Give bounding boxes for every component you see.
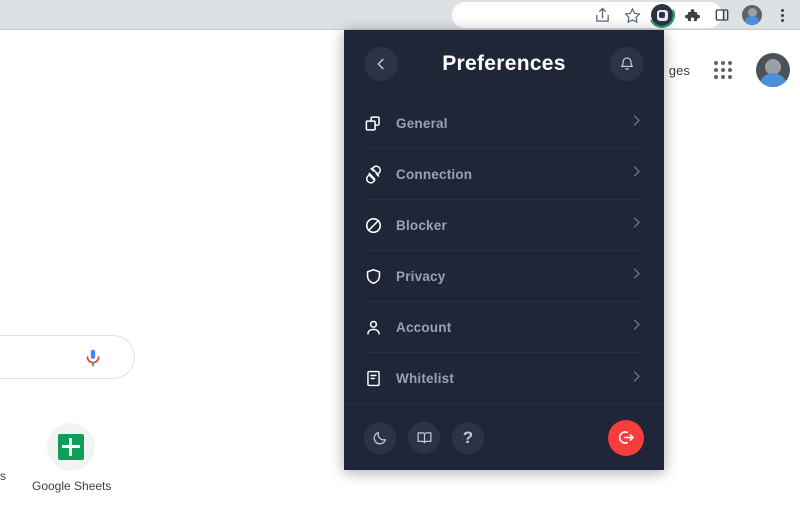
panel-footer: ? bbox=[344, 404, 664, 470]
chevron-right-icon bbox=[629, 215, 644, 235]
block-icon bbox=[364, 216, 390, 235]
document-icon bbox=[364, 369, 390, 388]
chevron-right-icon bbox=[629, 317, 644, 337]
help-icon[interactable]: ? bbox=[452, 421, 484, 454]
menu-item-blocker[interactable]: Blocker bbox=[364, 200, 644, 251]
menu-item-label: Privacy bbox=[396, 268, 446, 284]
chevron-right-icon bbox=[629, 113, 644, 133]
screenshot-root: ges s Google Sheets Preferences General … bbox=[0, 0, 800, 507]
shortcut-google-sheets[interactable]: Google Sheets bbox=[32, 423, 111, 493]
menu-item-label: Blocker bbox=[396, 217, 447, 233]
search-input[interactable] bbox=[0, 335, 135, 379]
menu-item-label: General bbox=[396, 115, 448, 131]
chevron-right-icon bbox=[629, 164, 644, 184]
menu-item-general[interactable]: General bbox=[364, 98, 644, 149]
menu-item-account[interactable]: Account bbox=[364, 302, 644, 353]
menu-item-label: Connection bbox=[396, 166, 473, 182]
voice-search-icon[interactable] bbox=[82, 347, 104, 369]
bookmark-star-icon[interactable] bbox=[618, 1, 646, 29]
share-icon[interactable] bbox=[588, 1, 616, 29]
side-panel-icon[interactable] bbox=[708, 1, 736, 29]
plug-icon bbox=[364, 164, 390, 184]
back-button[interactable] bbox=[364, 47, 398, 81]
chrome-menu-icon[interactable] bbox=[768, 1, 796, 29]
shortcut-label: Google Sheets bbox=[32, 479, 112, 493]
menu-item-label: Account bbox=[396, 319, 452, 335]
menu-item-label: Whitelist bbox=[396, 371, 455, 386]
help-label: ? bbox=[462, 428, 474, 447]
google-sheets-icon bbox=[58, 434, 84, 460]
book-icon[interactable] bbox=[408, 421, 440, 454]
profile-avatar[interactable] bbox=[738, 1, 766, 29]
bell-icon[interactable] bbox=[610, 47, 644, 81]
windows-icon bbox=[364, 114, 390, 133]
preferences-panel: Preferences General Connection Blocker P… bbox=[344, 30, 664, 470]
google-apps-icon[interactable] bbox=[708, 55, 738, 85]
preferences-menu-list: General Connection Blocker Privacy Accou… bbox=[344, 98, 664, 404]
user-icon bbox=[364, 318, 390, 337]
shortcut-icon-container bbox=[47, 423, 95, 471]
chevron-right-icon bbox=[629, 369, 644, 389]
menu-item-privacy[interactable]: Privacy bbox=[364, 251, 644, 302]
browser-toolbar-actions bbox=[588, 0, 796, 32]
nav-link-images[interactable]: ges bbox=[669, 63, 690, 78]
extensions-puzzle-icon[interactable] bbox=[678, 1, 706, 29]
shield-icon bbox=[364, 267, 390, 286]
account-avatar[interactable] bbox=[756, 53, 790, 87]
chevron-right-icon bbox=[629, 266, 644, 286]
logout-button[interactable] bbox=[608, 419, 644, 456]
menu-item-connection[interactable]: Connection bbox=[364, 149, 644, 200]
page-title: Preferences bbox=[442, 52, 566, 75]
dark-mode-icon[interactable] bbox=[364, 421, 396, 454]
extension-active-icon[interactable] bbox=[645, 0, 679, 32]
browser-toolbar bbox=[0, 0, 800, 32]
google-top-nav: ges bbox=[669, 53, 790, 87]
panel-header: Preferences bbox=[344, 30, 664, 98]
shortcut-label-truncated: s bbox=[0, 469, 6, 483]
menu-item-whitelist[interactable]: Whitelist bbox=[364, 353, 644, 404]
